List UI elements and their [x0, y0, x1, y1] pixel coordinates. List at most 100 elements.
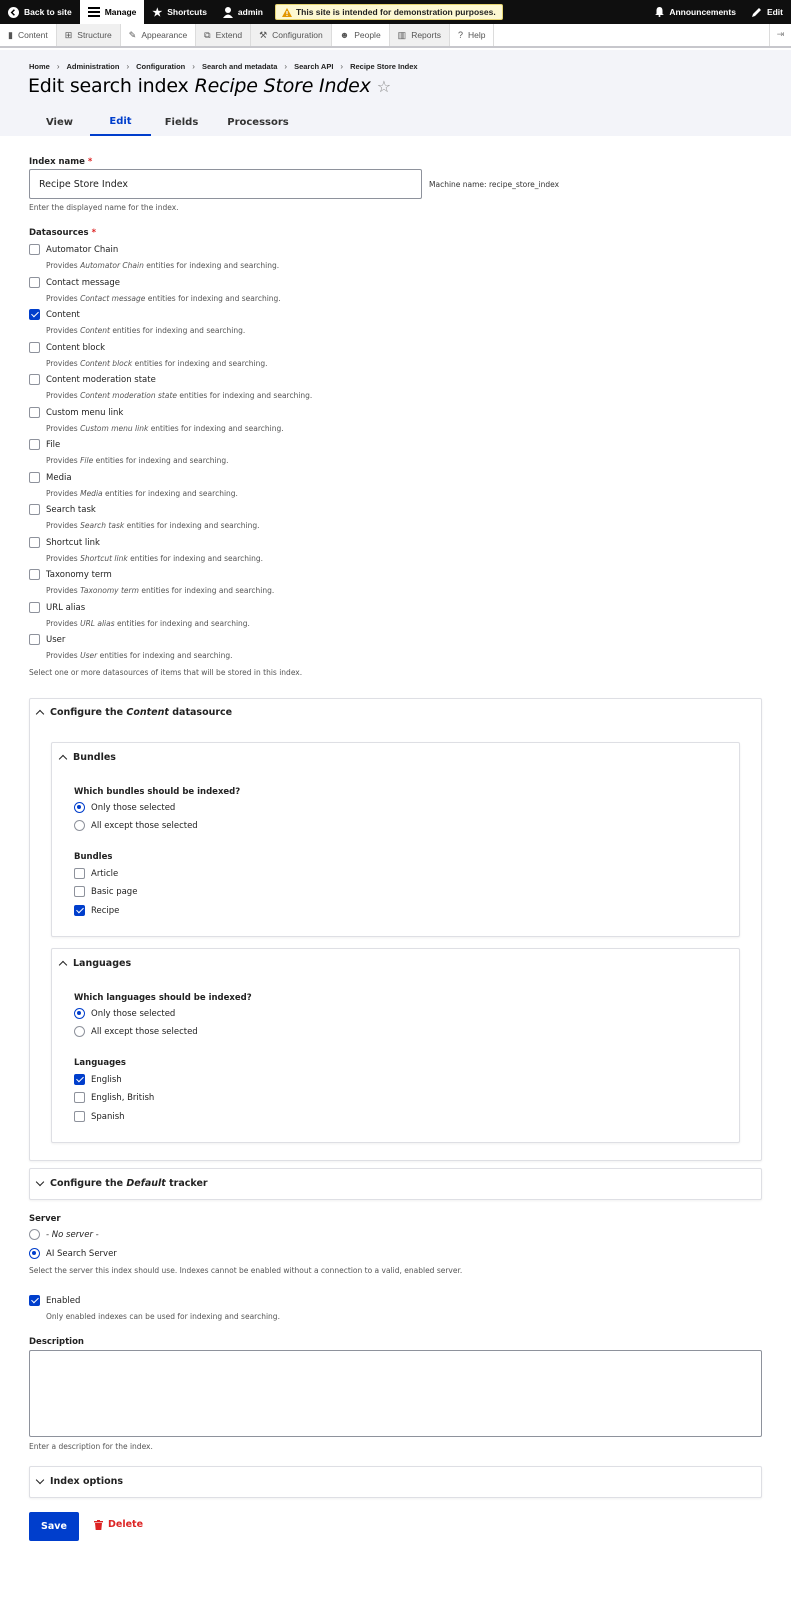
language-english-british-checkbox[interactable] — [74, 1092, 85, 1103]
breadcrumb-separator: › — [192, 62, 195, 71]
languages-question: Which languages should be indexed? — [74, 993, 252, 1003]
datasource-checkbox[interactable] — [29, 342, 40, 353]
languages-only-selected-radio[interactable] — [74, 1008, 85, 1019]
datasource-label: Shortcut link — [46, 538, 100, 548]
tray-item-structure[interactable]: ⊞ Structure — [56, 24, 121, 46]
desc-entity: Automator Chain — [80, 261, 144, 270]
checkbox-label: Basic page — [91, 887, 138, 897]
breadcrumb-link[interactable]: Search and metadata — [202, 62, 277, 71]
datasource-checkbox[interactable] — [29, 569, 40, 580]
datasource-checkbox[interactable] — [29, 439, 40, 450]
datasource-label: User — [46, 635, 66, 645]
index-options-title: Index options — [50, 1476, 124, 1487]
back-arrow-icon — [8, 6, 19, 18]
datasources-label-text: Datasources — [29, 228, 89, 238]
datasource-checkbox[interactable] — [29, 277, 40, 288]
tray-item-configuration[interactable]: ⚒ Configuration — [251, 24, 332, 46]
tray-item-extend[interactable]: ⧉ Extend — [196, 24, 252, 46]
admin-toolbar: Back to site Manage ★ Shortcuts admin Th… — [0, 0, 791, 24]
announcements-label: Announcements — [669, 7, 736, 17]
save-button[interactable]: Save — [29, 1512, 79, 1541]
datasource-checkbox[interactable] — [29, 602, 40, 613]
desc-prefix: Provides — [46, 489, 78, 498]
bundles-all-except-radio[interactable] — [74, 820, 85, 831]
delete-link[interactable]: Delete — [94, 1519, 143, 1530]
server-none-radio[interactable] — [29, 1229, 40, 1240]
description-textarea[interactable] — [29, 1350, 762, 1437]
tray-item-people[interactable]: ☻ People — [332, 24, 390, 46]
desc-suffix: entities for indexing and searching. — [117, 619, 250, 628]
tray-item-help[interactable]: ? Help — [450, 24, 495, 46]
tray-item-appearance[interactable]: ✎ Appearance — [121, 24, 197, 46]
warning-icon — [281, 7, 292, 17]
language-english-checkbox[interactable] — [74, 1074, 85, 1085]
desc-entity: Custom menu link — [80, 424, 149, 433]
desc-prefix: Provides — [46, 391, 78, 400]
index-options-details[interactable] — [29, 1466, 762, 1498]
enabled-description: Only enabled indexes can be used for ind… — [46, 1312, 280, 1321]
tab-view[interactable]: View — [29, 108, 90, 136]
tray-item-content[interactable]: ▮ Content — [0, 24, 57, 46]
desc-suffix: entities for indexing and searching. — [105, 489, 238, 498]
manage-tab[interactable]: Manage — [79, 0, 145, 24]
breadcrumb-link[interactable]: Configuration — [136, 62, 185, 71]
announcements-tab[interactable]: Announcements — [647, 0, 744, 24]
datasource-checkbox[interactable] — [29, 244, 40, 255]
back-to-site-link[interactable]: Back to site — [0, 0, 80, 24]
tray-item-reports[interactable]: ▥ Reports — [389, 24, 450, 46]
breadcrumb-link[interactable]: Administration — [67, 62, 120, 71]
chevron-down-icon — [35, 1177, 45, 1187]
page-header: Home › Administration › Configuration › Sea… — [0, 50, 791, 136]
pencil-icon — [751, 8, 761, 17]
datasource-label: Search task — [46, 505, 96, 515]
tray-orientation-toggle[interactable]: ⇥ — [769, 24, 791, 46]
demo-warning-badge: This site is intended for demonstration … — [274, 4, 503, 20]
datasource-label: Content — [46, 310, 80, 320]
languages-list-label: Languages — [74, 1058, 126, 1068]
configure-tracker-summary[interactable]: Configure the Default tracker — [35, 1177, 208, 1189]
checkbox-label: Spanish — [91, 1112, 125, 1122]
datasource-checkbox[interactable] — [29, 634, 40, 645]
star-icon[interactable]: ☆ — [377, 77, 391, 96]
breadcrumb-link[interactable]: Home — [29, 62, 50, 71]
datasource-checkbox[interactable] — [29, 374, 40, 385]
bundle-recipe-checkbox[interactable] — [74, 905, 85, 916]
star-icon: ★ — [152, 6, 163, 19]
desc-prefix: Provides — [46, 261, 78, 270]
user-tab[interactable]: admin — [215, 0, 271, 24]
desc-prefix: Provides — [46, 326, 78, 335]
index-name-input[interactable]: Recipe Store Index — [29, 169, 422, 199]
bundle-basic-page-checkbox[interactable] — [74, 886, 85, 897]
tray-label: Reports — [411, 30, 441, 40]
chevron-up-icon — [58, 960, 68, 970]
tray-label: People — [354, 30, 381, 40]
bundle-article-checkbox[interactable] — [74, 868, 85, 879]
enabled-checkbox[interactable] — [29, 1295, 40, 1306]
datasource-checkbox[interactable] — [29, 537, 40, 548]
datasource-checkbox[interactable] — [29, 472, 40, 483]
datasource-checkbox[interactable] — [29, 407, 40, 418]
breadcrumb-link[interactable]: Recipe Store Index — [350, 62, 418, 71]
languages-all-except-radio[interactable] — [74, 1026, 85, 1037]
languages-summary[interactable]: Languages — [58, 958, 131, 970]
language-spanish-checkbox[interactable] — [74, 1111, 85, 1122]
shortcuts-tab[interactable]: ★ Shortcuts — [144, 0, 215, 24]
datasource-checkbox[interactable] — [29, 504, 40, 515]
bar-chart-icon: ▥ — [397, 29, 407, 40]
tab-processors[interactable]: Processors — [212, 108, 304, 136]
configure-content-datasource-summary[interactable]: Configure the Content datasource — [35, 707, 232, 719]
bundles-only-selected-radio[interactable] — [74, 802, 85, 813]
bundles-summary[interactable]: Bundles — [58, 752, 116, 764]
datasource-description: Provides Shortcut link entities for inde… — [46, 554, 263, 563]
chevron-up-icon — [58, 754, 68, 764]
tab-edit[interactable]: Edit — [90, 108, 151, 136]
desc-entity: Search task — [80, 521, 125, 530]
desc-suffix: entities for indexing and searching. — [99, 651, 233, 660]
desc-prefix: Provides — [46, 456, 78, 465]
edit-mode-tab[interactable]: Edit — [744, 0, 791, 24]
breadcrumb-link[interactable]: Search API — [294, 62, 333, 71]
server-ai-search-radio[interactable] — [29, 1248, 40, 1259]
datasource-checkbox[interactable] — [29, 309, 40, 320]
index-options-summary[interactable]: Index options — [35, 1475, 124, 1487]
tab-fields[interactable]: Fields — [151, 108, 212, 136]
